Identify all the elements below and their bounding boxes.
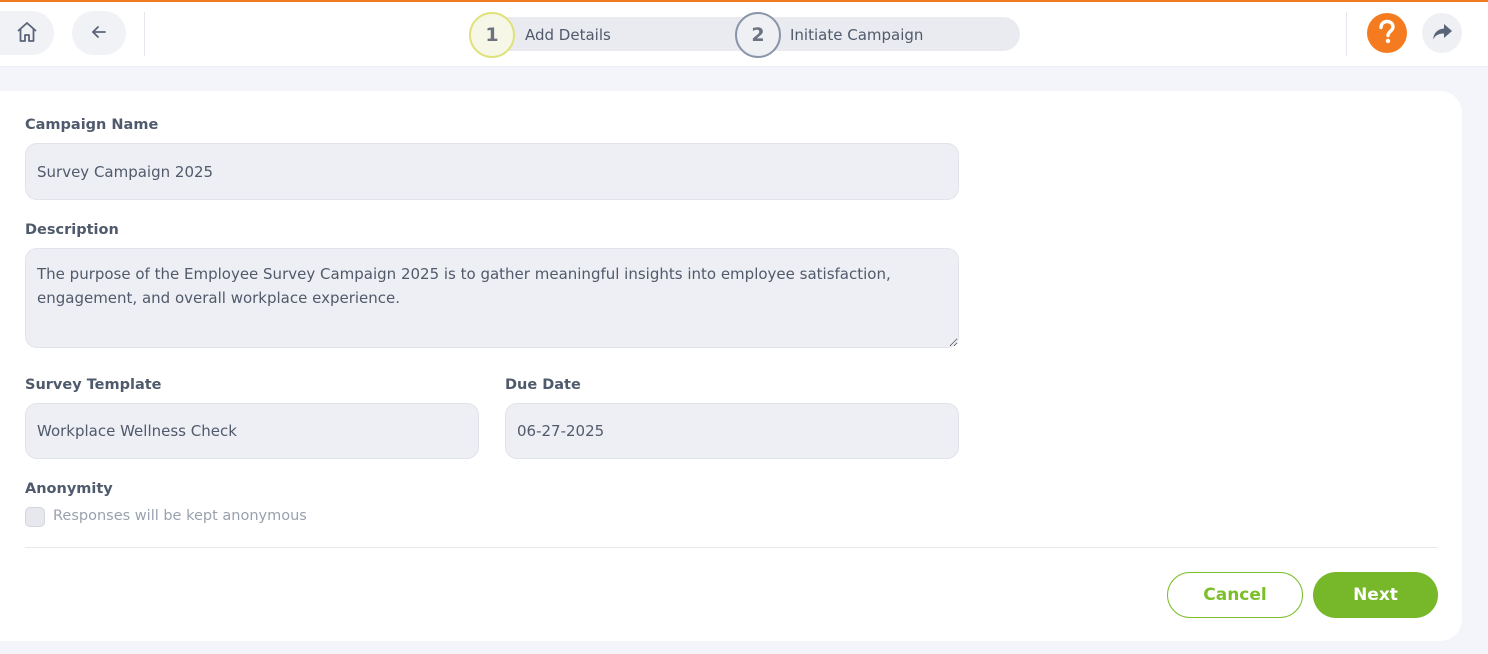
- cancel-button[interactable]: Cancel: [1167, 572, 1303, 618]
- question-icon: [1376, 19, 1398, 48]
- home-icon: [15, 20, 39, 47]
- form-divider: [25, 547, 1438, 548]
- survey-template-input[interactable]: [25, 403, 479, 459]
- anonymity-checkbox-label[interactable]: Responses will be kept anonymous: [53, 508, 307, 524]
- step-2-circle[interactable]: 2: [735, 12, 781, 58]
- top-bar: 1 Add Details 2 Initiate Campaign: [0, 0, 1488, 67]
- arrow-left-icon: [89, 22, 109, 45]
- header-divider: [144, 12, 145, 56]
- description-label: Description: [25, 222, 119, 238]
- step-1-circle[interactable]: 1: [469, 12, 515, 58]
- anonymity-checkbox[interactable]: [25, 507, 45, 527]
- home-button[interactable]: [0, 11, 54, 55]
- header-divider: [1346, 12, 1347, 56]
- due-date-input[interactable]: [505, 403, 959, 459]
- back-button[interactable]: [72, 11, 126, 55]
- step-2-label[interactable]: Initiate Campaign: [790, 26, 923, 44]
- next-button[interactable]: Next: [1313, 572, 1438, 618]
- campaign-name-label: Campaign Name: [25, 117, 159, 133]
- step-1-label[interactable]: Add Details: [525, 26, 611, 44]
- campaign-name-input[interactable]: [25, 143, 959, 200]
- survey-template-label: Survey Template: [25, 377, 162, 393]
- share-button[interactable]: [1422, 13, 1462, 53]
- help-button[interactable]: [1367, 13, 1407, 53]
- due-date-label: Due Date: [505, 377, 581, 393]
- description-textarea[interactable]: The purpose of the Employee Survey Campa…: [25, 248, 959, 348]
- share-arrow-icon: [1431, 22, 1453, 45]
- anonymity-label: Anonymity: [25, 481, 113, 497]
